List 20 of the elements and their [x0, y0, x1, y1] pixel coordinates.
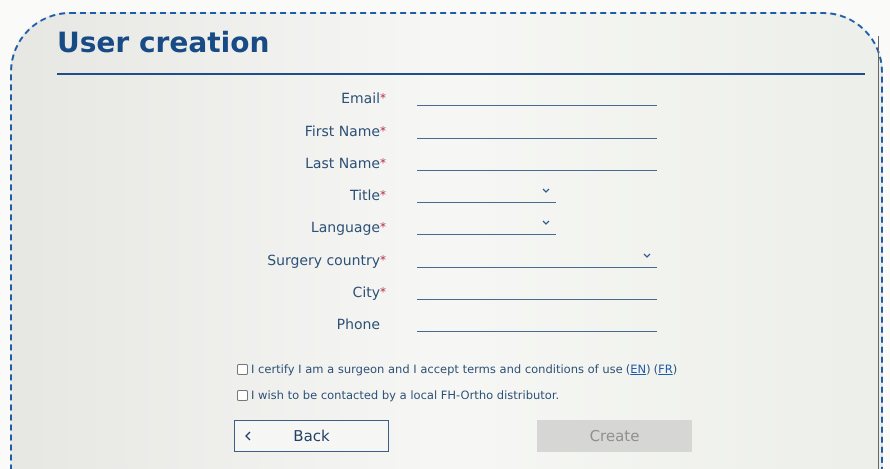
chevron-down-icon — [643, 252, 651, 258]
page-title: User creation — [57, 26, 270, 60]
checkbox-label: I certify I am a surgeon and I accept terms and conditions of use — [251, 362, 623, 376]
field-label: Phone — [336, 317, 381, 336]
checkbox[interactable] — [237, 364, 248, 375]
terms-link[interactable]: (FR) — [654, 362, 678, 376]
field-label: City* — [352, 285, 387, 304]
back-button[interactable]: Back — [234, 420, 389, 452]
field-label: Title* — [348, 188, 387, 206]
chevron-down-icon — [542, 220, 550, 226]
terms-link[interactable]: (EN) — [626, 362, 651, 376]
checkbox[interactable] — [237, 390, 248, 401]
field-label: First Name* — [304, 124, 387, 142]
chevron-down-icon — [542, 188, 550, 194]
field-label: Surgery country* — [266, 252, 387, 271]
checkbox-label: I wish to be contacted by a local FH-Ortho distributor. — [251, 388, 560, 402]
chevron-left-icon — [245, 431, 251, 442]
field-label: Language* — [310, 220, 387, 238]
field-label: Email* — [340, 91, 387, 110]
field-label: Last Name* — [304, 156, 387, 174]
